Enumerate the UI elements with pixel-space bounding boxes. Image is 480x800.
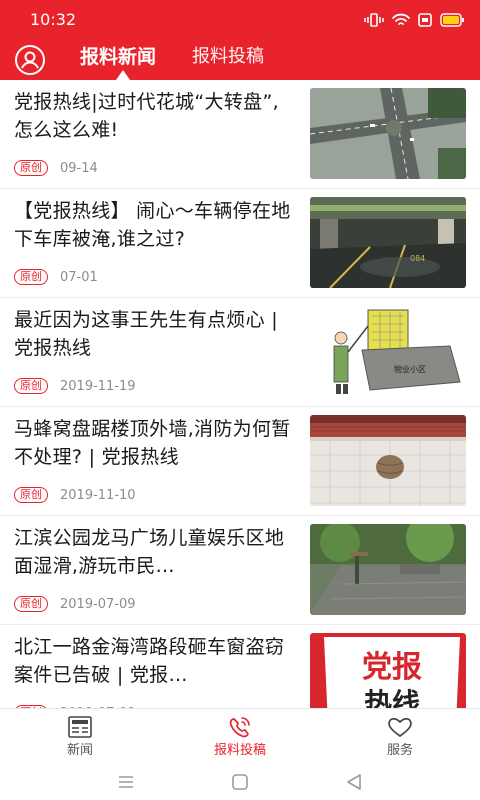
- logo-text-line1: 党报: [362, 650, 422, 685]
- article-thumbnail: 物业小区: [310, 306, 466, 397]
- article-thumbnail: [310, 415, 466, 506]
- article-date: 07-01: [60, 269, 98, 285]
- app-header: 报料新闻 报料投稿: [0, 40, 480, 80]
- article-thumbnail: [310, 88, 466, 179]
- nav-label-news: 新闻: [66, 743, 93, 758]
- tab-active-indicator: [116, 70, 130, 80]
- original-badge: 原创: [14, 160, 48, 176]
- article-meta: 原创 2019-11-10: [14, 487, 136, 503]
- user-icon: [15, 45, 45, 75]
- tab-submit[interactable]: 报料投稿: [192, 45, 264, 69]
- article-thumbnail: 党报 热线: [310, 633, 466, 708]
- system-navigation-bar: [0, 766, 480, 800]
- nav-item-service[interactable]: 服务: [350, 709, 450, 767]
- article-meta: 原创 07-01: [14, 269, 98, 285]
- home-square-icon: [232, 774, 248, 790]
- nav-label-service: 服务: [386, 743, 413, 758]
- sim-icon: [418, 13, 432, 27]
- vibrate-icon: [364, 13, 384, 27]
- back-triangle-icon: [347, 774, 361, 790]
- article-item[interactable]: 最近因为这事王先生有点烦心 | 党报热线 原创 2019-11-19 物业小区: [0, 298, 480, 407]
- article-item[interactable]: 江滨公园龙马广场儿童娱乐区地面湿滑,游玩市民… 原创 2019-07-09: [0, 516, 480, 625]
- article-meta: 原创 2019-11-19: [14, 378, 136, 394]
- phone-hotline-icon: [229, 717, 250, 738]
- svg-text:084: 084: [410, 254, 425, 263]
- article-meta: 原创 2019-07-09: [14, 596, 136, 612]
- menu-icon: [119, 776, 133, 788]
- original-badge: 原创: [14, 487, 48, 503]
- status-icons: [364, 10, 464, 30]
- article-thumbnail: [310, 524, 466, 615]
- original-badge: 原创: [14, 596, 48, 612]
- original-badge: 原创: [14, 378, 48, 394]
- status-time: 10:32: [30, 10, 77, 29]
- article-date: 2019-07-09: [60, 596, 136, 612]
- article-title: 江滨公园龙马广场儿童娱乐区地面湿滑,游玩市民…: [14, 527, 285, 577]
- article-title: 马蜂窝盘踞楼顶外墙,消防为何暂不处理? | 党报热线: [14, 418, 291, 468]
- menu-button[interactable]: [114, 770, 138, 794]
- user-avatar-button[interactable]: [14, 44, 46, 76]
- article-item[interactable]: 党报热线|过时代花城“大转盘”,怎么这么难! 原创 09-14: [0, 80, 480, 189]
- article-item[interactable]: 马蜂窝盘踞楼顶外墙,消防为何暂不处理? | 党报热线 原创 2019-11-10: [0, 407, 480, 516]
- nav-label-submit: 报料投稿: [213, 743, 266, 758]
- newspaper-icon: [68, 716, 92, 738]
- svg-text:物业小区: 物业小区: [394, 364, 426, 374]
- article-date: 2019-11-10: [60, 487, 136, 503]
- bottom-navigation: 新闻 报料投稿 服务: [0, 708, 480, 766]
- article-item[interactable]: 北江一路金海湾路段砸车窗盗窃案件已告破 | 党报… 原创 2019-07-09 …: [0, 625, 480, 708]
- heart-icon: [388, 717, 412, 737]
- article-thumbnail: 084: [310, 197, 466, 288]
- original-badge: 原创: [14, 269, 48, 285]
- battery-icon: [440, 13, 464, 27]
- article-date: 09-14: [60, 160, 98, 176]
- wifi-icon: [392, 13, 410, 27]
- article-title: 【党报热线】 闹心～车辆停在地下车库被淹,谁之过?: [14, 200, 291, 250]
- status-bar: 10:32: [0, 0, 480, 40]
- article-title: 党报热线|过时代花城“大转盘”,怎么这么难!: [14, 91, 279, 141]
- article-title: 最近因为这事王先生有点烦心 | 党报热线: [14, 309, 278, 359]
- back-button[interactable]: [342, 770, 366, 794]
- nav-item-submit[interactable]: 报料投稿: [190, 709, 290, 767]
- article-item[interactable]: 【党报热线】 闹心～车辆停在地下车库被淹,谁之过? 原创 07-01 084: [0, 189, 480, 298]
- news-feed[interactable]: 党报热线|过时代花城“大转盘”,怎么这么难! 原创 09-14 【党报热线】 闹…: [0, 80, 480, 708]
- tab-news[interactable]: 报料新闻: [80, 45, 156, 69]
- home-button[interactable]: [228, 770, 252, 794]
- article-meta: 原创 09-14: [14, 160, 98, 176]
- logo-text-line2: 热线: [364, 687, 420, 708]
- article-title: 北江一路金海湾路段砸车窗盗窃案件已告破 | 党报…: [14, 636, 285, 686]
- nav-item-news[interactable]: 新闻: [30, 709, 130, 767]
- article-date: 2019-11-19: [60, 378, 136, 394]
